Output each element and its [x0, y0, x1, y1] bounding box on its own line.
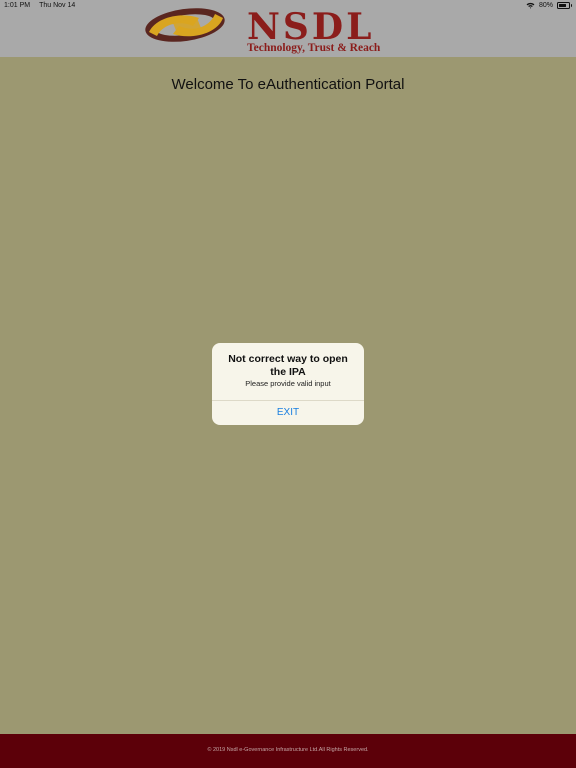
alert-title: Not correct way to open the IPA [228, 353, 348, 378]
logo-name: NSDL [247, 6, 375, 48]
alert-dialog: Not correct way to open the IPA Please p… [212, 343, 364, 425]
nsdl-logo: NSDL Technology, Trust & Reach [143, 6, 435, 54]
logo-tagline: Technology, Trust & Reach [247, 42, 381, 54]
alert-message: Please provide valid input [245, 379, 331, 388]
exit-button[interactable]: EXIT [212, 401, 364, 425]
wifi-icon [526, 2, 535, 9]
status-bar: 1:01 PM Thu Nov 14 80% [0, 0, 576, 12]
status-time: 1:01 PM [4, 2, 31, 9]
battery-percent: 80% [538, 2, 553, 9]
footer: © 2019 Nsdl e-Governance Infrastructure … [0, 734, 576, 768]
nsdl-logo-icon [145, 8, 225, 42]
status-date: Thu Nov 14 [39, 2, 76, 9]
battery-icon [557, 2, 572, 9]
page-title: Welcome To eAuthentication Portal [171, 76, 405, 93]
footer-copyright: © 2019 Nsdl e-Governance Infrastructure … [207, 747, 369, 753]
